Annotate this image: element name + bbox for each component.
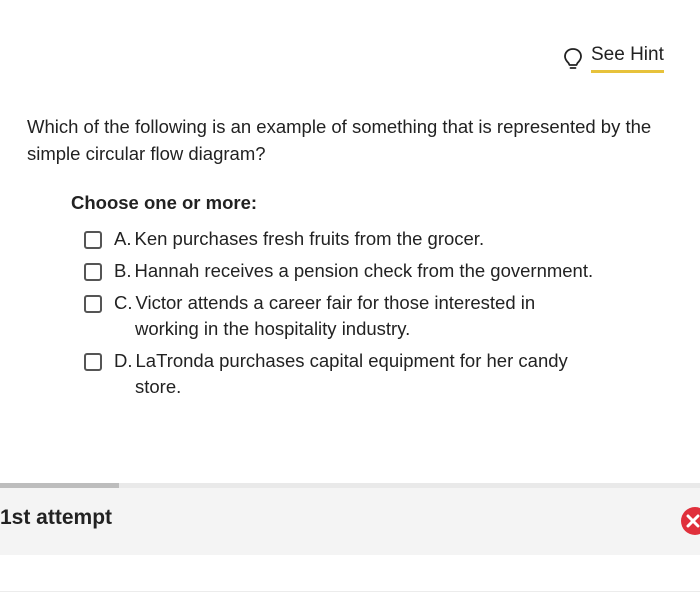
option-a-text: Ken purchases fresh fruits from the groc… (134, 228, 485, 249)
choose-instruction: Choose one or more: (71, 192, 258, 213)
option-d-label: D. LaTronda purchases capital equipment f… (114, 348, 604, 400)
option-a[interactable]: A. Ken purchases fresh fruits from the gr… (84, 226, 604, 252)
option-d-text-line1: LaTronda purchases capital equipment for… (135, 350, 568, 371)
option-a-label: A. Ken purchases fresh fruits from the gr… (114, 226, 604, 252)
option-a-checkbox[interactable] (84, 231, 102, 249)
option-c-letter: C. (114, 292, 133, 313)
answer-options: A. Ken purchases fresh fruits from the gr… (84, 226, 604, 406)
option-b-label: B. Hannah receives a pension check from t… (114, 258, 604, 284)
option-b-text: Hannah receives a pension check from the… (134, 260, 594, 281)
option-d-text-line2: store. (135, 376, 182, 397)
lightbulb-icon (562, 47, 584, 71)
option-d[interactable]: D. LaTronda purchases capital equipment f… (84, 348, 604, 400)
option-c[interactable]: C. Victor attends a career fair for those… (84, 290, 604, 342)
see-hint-button[interactable]: See Hint (562, 44, 664, 73)
option-c-text-line1: Victor attends a career fair for those i… (135, 292, 536, 313)
option-a-letter: A. (114, 228, 132, 249)
option-d-checkbox[interactable] (84, 353, 102, 371)
see-hint-label: See Hint (591, 44, 664, 73)
bottom-divider (0, 591, 700, 592)
option-b-checkbox[interactable] (84, 263, 102, 281)
attempt-panel: 1st attempt (0, 488, 700, 555)
option-b[interactable]: B. Hannah receives a pension check from t… (84, 258, 604, 284)
incorrect-x-icon (681, 507, 700, 535)
option-b-letter: B. (114, 260, 132, 281)
option-c-label: C. Victor attends a career fair for those… (114, 290, 604, 342)
option-c-checkbox[interactable] (84, 295, 102, 313)
option-d-letter: D. (114, 350, 133, 371)
option-c-text-line2: working in the hospitality industry. (135, 318, 411, 339)
question-text: Which of the following is an example of … (27, 116, 652, 164)
attempt-label: 1st attempt (0, 506, 113, 529)
